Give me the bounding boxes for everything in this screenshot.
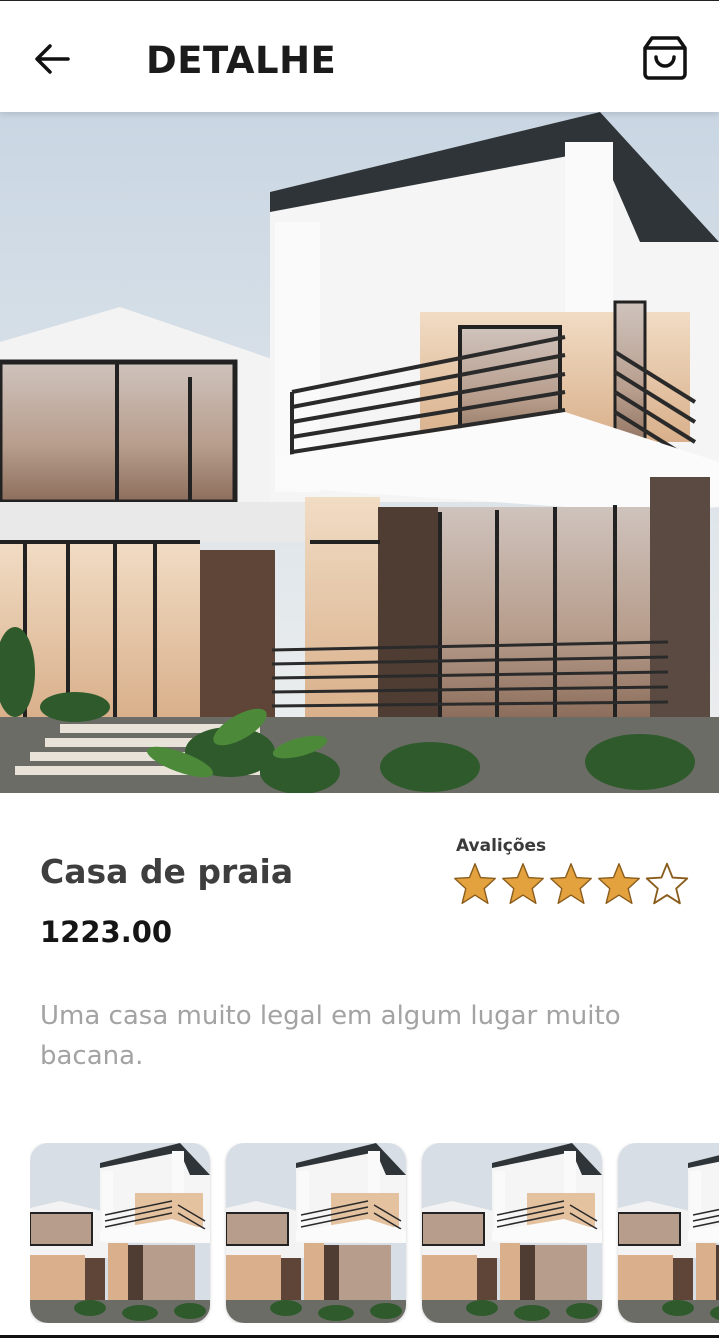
thumbnail-image[interactable] (30, 1143, 210, 1323)
house-photo (0, 112, 719, 793)
star-filled-icon (502, 863, 544, 905)
product-price: 1223.00 (40, 915, 173, 949)
rating-stars (452, 861, 690, 907)
thumbnail-image[interactable] (618, 1143, 719, 1323)
house-photo-thumbnail (422, 1143, 602, 1323)
thumbnail-image[interactable] (226, 1143, 406, 1323)
cart-button[interactable] (640, 33, 690, 83)
house-photo-thumbnail (226, 1143, 406, 1323)
star-filled-icon (550, 863, 592, 905)
page-title: DETALHE (146, 39, 337, 82)
house-photo-thumbnail (30, 1143, 210, 1323)
star-filled-icon (454, 863, 496, 905)
thumbnail-strip (30, 1143, 719, 1323)
product-name: Casa de praia (40, 852, 294, 891)
product-description: Uma casa muito legal em algum lugar muit… (40, 1001, 621, 1071)
house-photo-thumbnail (618, 1143, 719, 1323)
shopping-bag-icon (643, 36, 687, 80)
arrow-left-icon (35, 44, 70, 74)
star-filled-icon (598, 863, 640, 905)
star-empty-icon (645, 862, 689, 905)
back-button[interactable] (30, 37, 74, 81)
product-image-carousel[interactable] (0, 112, 719, 793)
rating-label: Avalições (456, 836, 547, 856)
thumbnail-image[interactable] (422, 1143, 602, 1323)
app-header: DETALHE (0, 0, 719, 112)
